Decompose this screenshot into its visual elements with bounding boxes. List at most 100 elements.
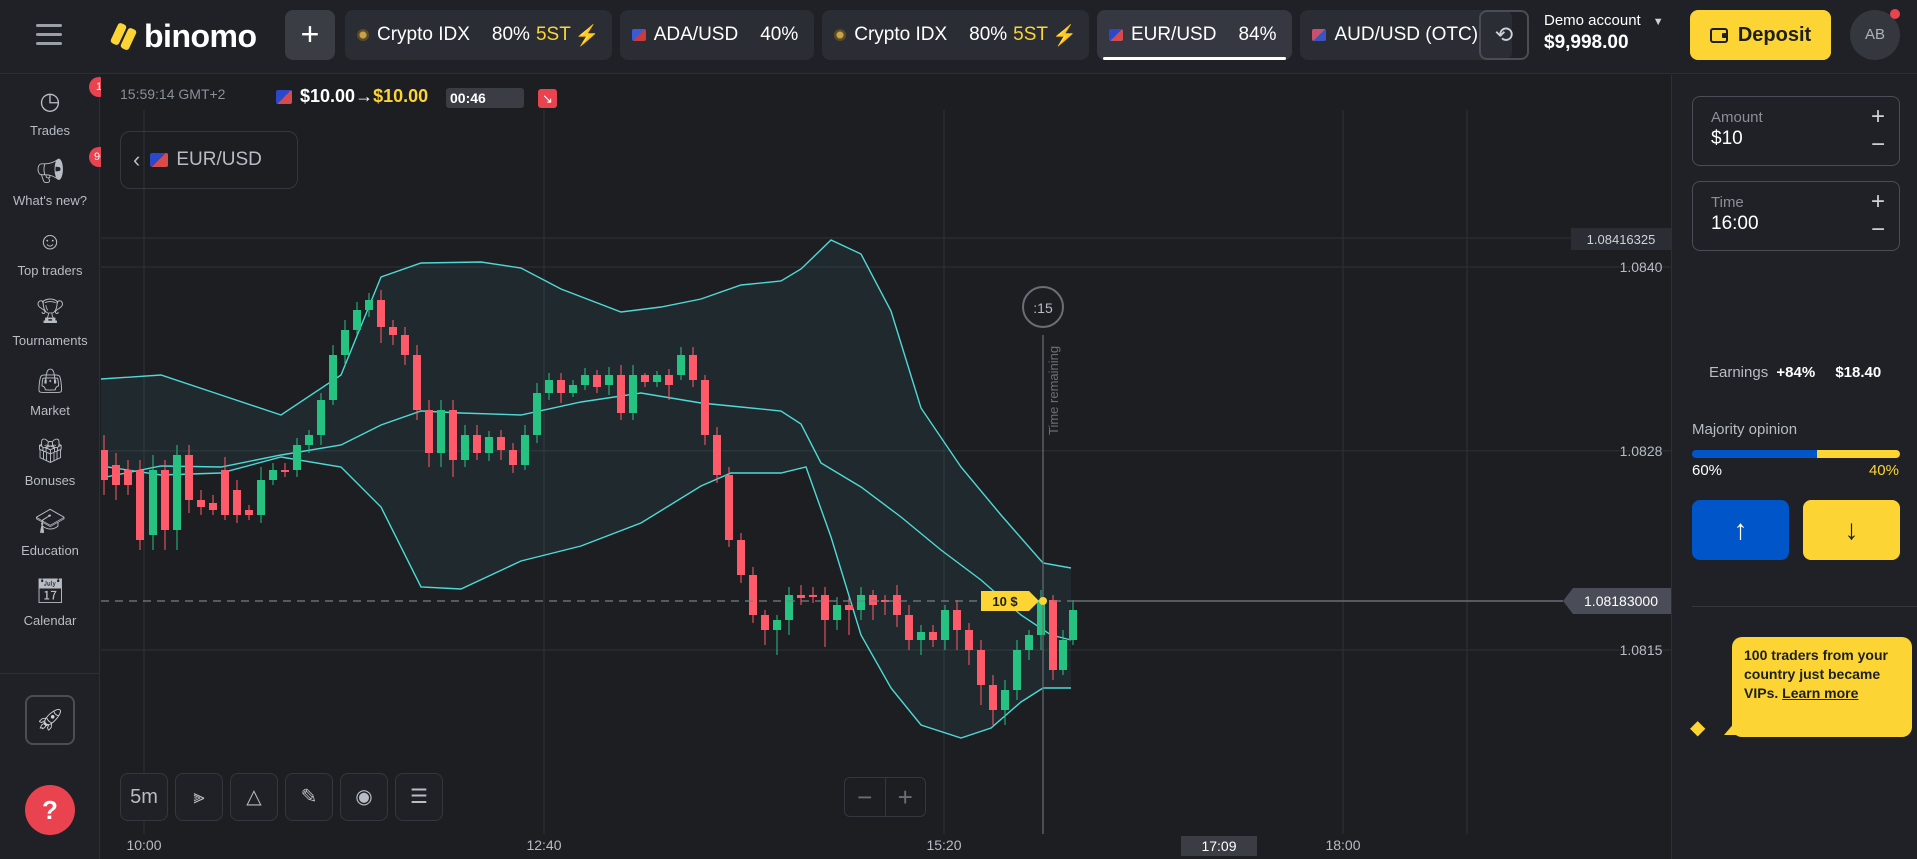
sidebar-item-what-s-new[interactable]: 📢︎9+ What's new? (0, 147, 112, 208)
zoom-in-button[interactable]: + (886, 778, 926, 816)
y-tick-label: 1.0840 (1620, 259, 1663, 275)
earnings-label: Earnings (1709, 364, 1769, 381)
candle-body (917, 632, 925, 640)
panel-divider (1692, 606, 1917, 607)
asset-tab-3[interactable]: EUR/USD 84% (1096, 10, 1293, 60)
candle-body (557, 380, 565, 393)
logo[interactable]: binomo (109, 16, 257, 56)
trend-down-icon: ↘ (538, 89, 557, 108)
x-tick-label: 15:20 (926, 837, 961, 853)
menu-icon[interactable] (36, 24, 62, 46)
help-button[interactable]: ? (25, 785, 75, 835)
asset-tab-2[interactable]: Crypto IDX 80% 5ST ⚡ (822, 10, 1089, 60)
sidebar-item-label: Market (30, 403, 70, 418)
asset-tab-payout: 80% (491, 24, 530, 45)
candle-body (797, 595, 805, 598)
x-tick-label: 18:00 (1325, 837, 1360, 853)
server-time: 15:59:14 GMT+2 (120, 86, 226, 102)
drawing-button[interactable]: ✎ (285, 773, 333, 821)
crypto-flag-icon (834, 29, 847, 41)
asset-selector[interactable]: ‹ EUR/USD (120, 131, 298, 189)
sidebar-item-label: Trades (30, 123, 70, 138)
sidebar-item-education[interactable]: 🎓︎ Education (0, 507, 100, 558)
amount-value[interactable]: $10 (1711, 128, 1881, 150)
chart-area[interactable]: :15 Time remaining 10 $ 1.08416325 1.0818300… (101, 75, 1671, 859)
open-trade-tag[interactable]: $10.00 → $10.00 (276, 86, 428, 107)
candle-body (497, 437, 505, 450)
learn-more-link[interactable]: Learn more (1782, 685, 1858, 701)
candle-body (329, 355, 337, 400)
asset-tab-1[interactable]: ADA/USD 40% (619, 10, 815, 60)
candle-body (389, 327, 397, 335)
sidebar-item-bonuses[interactable]: 🎁︎ Bonuses (0, 437, 100, 488)
x-tick-label: 12:40 (526, 837, 561, 853)
brand-name: binomo (144, 17, 257, 54)
candle-body (737, 540, 745, 575)
asset-tab-name: AUD/USD (OTC) (1334, 24, 1479, 45)
zoom-out-button[interactable]: − (845, 778, 886, 816)
candle-body (485, 437, 493, 453)
pencil-icon: ✎ (300, 786, 318, 808)
add-asset-button[interactable]: + (285, 10, 335, 60)
account-label: Demo account (1544, 12, 1641, 29)
candle-body (197, 500, 205, 507)
sidebar-item-trades[interactable]: ◷ 1 Trades (0, 77, 109, 138)
indicators-button[interactable]: △ (230, 773, 278, 821)
amount-minus-button[interactable]: − (1871, 131, 1885, 159)
rocket-button[interactable]: 🚀︎ (25, 695, 75, 745)
price-chart[interactable]: :15 Time remaining 10 $ 1.08416325 1.0818300… (101, 75, 1671, 859)
candle-body (929, 632, 937, 640)
time-value[interactable]: 16:00 (1711, 213, 1881, 235)
account-switcher[interactable]: Demo account ▼ $9,998.00 (1544, 12, 1664, 54)
broadcast-icon: ◉ (355, 786, 373, 808)
candle-body (112, 465, 120, 485)
candle-body (425, 410, 433, 453)
sidebar-divider (0, 673, 100, 674)
layout-button[interactable]: ☰ (395, 773, 443, 821)
candle-body (701, 380, 709, 435)
chevron-left-icon: ‹ (133, 147, 141, 172)
candle-body (317, 400, 325, 435)
signals-button[interactable]: ◉ (340, 773, 388, 821)
candle-body (377, 300, 385, 327)
sidebar-item-market[interactable]: 👜︎ Market (0, 367, 100, 418)
time-label: Time (1711, 194, 1744, 211)
time-plus-button[interactable]: + (1871, 188, 1885, 216)
asset-tab-name: ADA/USD (653, 24, 739, 45)
amount-plus-button[interactable]: + (1871, 103, 1885, 131)
asset-tab-speed: 5ST (1013, 24, 1049, 45)
sidebar-item-calendar[interactable]: 📅︎ Calendar (0, 577, 100, 628)
candle-body (449, 410, 457, 460)
candle-body (509, 450, 517, 465)
candle-body (773, 620, 781, 630)
sidebar-item-top-traders[interactable]: ☺ Top traders (0, 227, 100, 278)
amount-label: Amount (1711, 109, 1763, 126)
question-icon: ? (42, 795, 58, 825)
switch-account-button[interactable]: ⟲ (1479, 10, 1529, 60)
timeframe-button[interactable]: 5m (120, 773, 168, 821)
asset-tab-name: EUR/USD (1130, 24, 1217, 45)
sidebar-item-tournaments[interactable]: 🏆︎ Tournaments (0, 297, 100, 348)
candle-body (124, 470, 132, 485)
sidebar-item-label: Bonuses (24, 473, 76, 488)
candle-body (713, 435, 721, 475)
asset-tab-0[interactable]: Crypto IDX 80% 5ST ⚡ (345, 10, 612, 60)
chart-type-button[interactable]: ⫸ (175, 773, 223, 821)
put-down-button[interactable]: ↓ (1803, 500, 1900, 560)
candle-body (785, 595, 793, 620)
deposit-button[interactable]: Deposit (1690, 10, 1831, 60)
candle-body (209, 503, 217, 510)
call-up-button[interactable]: ↑ (1692, 500, 1789, 560)
trade-marker-label: 10 $ (992, 594, 1018, 609)
earnings-pct: +84% (1776, 364, 1816, 381)
ada-flag-icon (631, 29, 646, 41)
candle-body (293, 445, 301, 470)
candle-body (401, 335, 409, 355)
time-minus-button[interactable]: − (1871, 216, 1885, 244)
time-field[interactable]: Time 16:00 + − (1692, 181, 1900, 251)
majority-down-fill (1816, 450, 1900, 458)
candle-body (413, 355, 421, 410)
asset-tab-name: Crypto IDX (854, 24, 948, 45)
amount-field[interactable]: Amount $10 + − (1692, 96, 1900, 166)
candle-body (353, 310, 361, 330)
